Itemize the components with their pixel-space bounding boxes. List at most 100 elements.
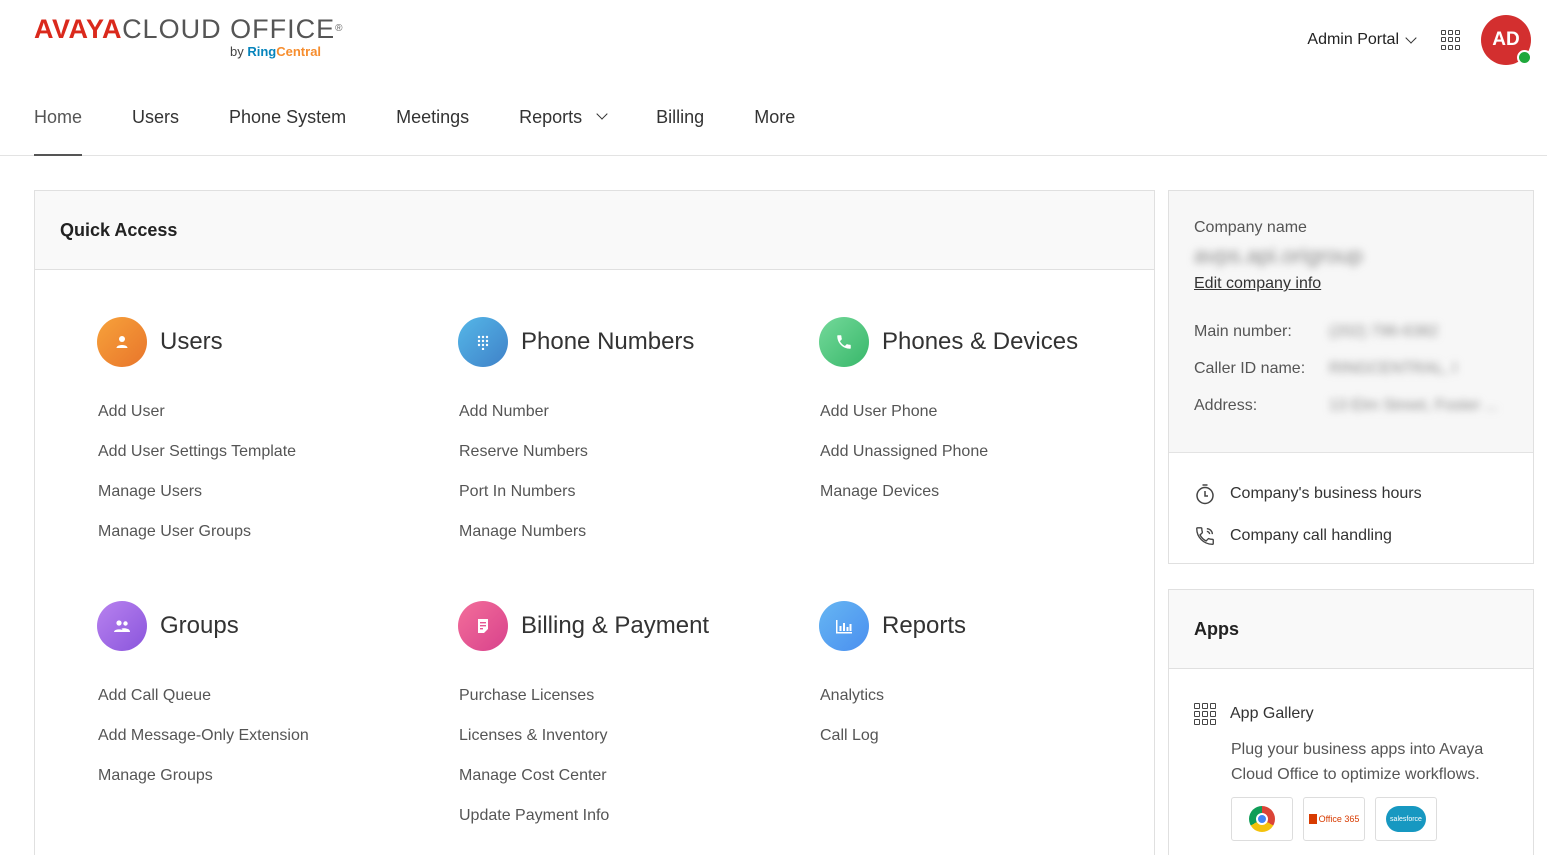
presence-status-dot <box>1517 50 1532 65</box>
salesforce-app-tile[interactable]: salesforce <box>1375 797 1437 841</box>
app-launcher-grid-icon[interactable] <box>1441 30 1461 50</box>
company-links: Company's business hours Company call ha… <box>1169 453 1533 557</box>
nav-tab-billing[interactable]: Billing <box>656 96 704 156</box>
section-header: Users <box>97 317 437 367</box>
bar-chart-icon <box>819 601 869 651</box>
link-port-in-numbers[interactable]: Port In Numbers <box>459 472 798 512</box>
user-avatar[interactable]: AD <box>1481 15 1532 65</box>
link-add-number[interactable]: Add Number <box>459 392 798 432</box>
section-title: Phones & Devices <box>882 328 1079 355</box>
chevron-down-icon <box>596 108 608 120</box>
link-purchase-licenses[interactable]: Purchase Licenses <box>459 676 798 716</box>
link-add-call-queue[interactable]: Add Call Queue <box>98 676 437 716</box>
section-header: Reports <box>819 601 1159 651</box>
admin-portal-dropdown[interactable]: Admin Portal <box>1307 31 1417 49</box>
company-address-row: Address: 13 Elm Street, Foster ... <box>1194 396 1498 414</box>
avatar-initials: AD <box>1492 29 1520 50</box>
link-add-user-settings-template[interactable]: Add User Settings Template <box>98 432 437 472</box>
link-analytics[interactable]: Analytics <box>820 676 1159 716</box>
apps-header: Apps <box>1169 590 1533 669</box>
section-title: Billing & Payment <box>521 612 710 639</box>
section-billing-payment: Billing & Payment Purchase Licenses Lice… <box>458 601 798 836</box>
link-manage-numbers[interactable]: Manage Numbers <box>459 512 798 552</box>
company-business-hours-link[interactable]: Company's business hours <box>1194 473 1508 515</box>
company-info-card: Company name avps.api.origroup Edit comp… <box>1168 190 1534 564</box>
app-header: AVAYACLOUD OFFICE® by RingCentral Admin … <box>0 0 1547 156</box>
logo-brand: AVAYA <box>34 14 123 44</box>
section-header: Phones & Devices <box>819 317 1159 367</box>
main-number-value: (202) 796-6382 <box>1329 322 1439 340</box>
link-manage-groups[interactable]: Manage Groups <box>98 756 437 796</box>
app-tiles: Office 365 salesforce <box>1231 797 1508 841</box>
header-actions: Admin Portal AD <box>1307 14 1532 66</box>
caller-id-value: RINGCENTRAL, I <box>1329 359 1458 377</box>
nav-tab-reports[interactable]: Reports <box>519 96 608 156</box>
main-nav: Home Users Phone System Meetings Reports… <box>34 96 845 156</box>
phone-outline-icon <box>1196 527 1214 545</box>
section-header: Phone Numbers <box>458 317 798 367</box>
apps-card: Apps App Gallery Plug your business apps… <box>1168 589 1534 855</box>
logo-ring: Ring <box>247 44 277 59</box>
invoice-icon <box>458 601 508 651</box>
chrome-icon <box>1249 806 1275 832</box>
app-gallery-link[interactable]: App Gallery <box>1194 703 1508 725</box>
link-add-user[interactable]: Add User <box>98 392 437 432</box>
logo-byline: by RingCentral <box>230 44 321 59</box>
quick-access-header: Quick Access <box>35 191 1154 270</box>
office365-icon: Office 365 <box>1308 814 1359 824</box>
link-add-user-phone[interactable]: Add User Phone <box>820 392 1159 432</box>
section-reports: Reports Analytics Call Log <box>819 601 1159 756</box>
nav-tab-meetings[interactable]: Meetings <box>396 96 469 156</box>
logo-product: CLOUD OFFICE <box>122 14 336 44</box>
link-update-payment-info[interactable]: Update Payment Info <box>459 796 798 836</box>
user-icon <box>97 317 147 367</box>
logo-registered-mark: ® <box>335 23 343 34</box>
stopwatch-icon <box>1196 484 1214 505</box>
link-call-log[interactable]: Call Log <box>820 716 1159 756</box>
section-header: Groups <box>97 601 437 651</box>
section-header: Billing & Payment <box>458 601 798 651</box>
section-users: Users Add User Add User Settings Templat… <box>97 317 437 552</box>
link-add-unassigned-phone[interactable]: Add Unassigned Phone <box>820 432 1159 472</box>
company-info-summary: Company name avps.api.origroup Edit comp… <box>1169 191 1533 453</box>
link-manage-users[interactable]: Manage Users <box>98 472 437 512</box>
section-title: Groups <box>160 612 239 639</box>
company-call-handling-link[interactable]: Company call handling <box>1194 515 1508 557</box>
section-phone-numbers: Phone Numbers Add Number Reserve Numbers… <box>458 317 798 552</box>
link-manage-user-groups[interactable]: Manage User Groups <box>98 512 437 552</box>
nav-tab-users[interactable]: Users <box>132 96 179 156</box>
app-gallery-grid-icon <box>1194 703 1216 725</box>
phone-icon <box>819 317 869 367</box>
quick-access-title: Quick Access <box>60 219 178 240</box>
company-name-label: Company name <box>1194 219 1307 236</box>
quick-access-card: Quick Access Users Add User Add User Set… <box>34 190 1155 855</box>
company-name-value: avps.api.origroup <box>1194 243 1363 268</box>
section-groups: Groups Add Call Queue Add Message-Only E… <box>97 601 437 796</box>
office365-app-tile[interactable]: Office 365 <box>1303 797 1365 841</box>
address-value: 13 Elm Street, Foster ... <box>1329 396 1498 414</box>
section-title: Users <box>160 328 223 355</box>
avaya-cloud-office-logo[interactable]: AVAYACLOUD OFFICE® by RingCentral <box>34 14 343 59</box>
nav-tab-home[interactable]: Home <box>34 96 83 156</box>
logo-central: Central <box>276 44 322 59</box>
edit-company-info-link[interactable]: Edit company info <box>1194 275 1321 293</box>
app-gallery-label: App Gallery <box>1230 705 1314 722</box>
app-gallery-description: Plug your business apps into Avaya Cloud… <box>1231 741 1484 783</box>
link-add-message-only-extension[interactable]: Add Message-Only Extension <box>98 716 437 756</box>
company-main-number-row: Main number: (202) 796-6382 <box>1194 322 1439 340</box>
company-caller-id-row: Caller ID name: RINGCENTRAL, I <box>1194 359 1458 377</box>
link-manage-devices[interactable]: Manage Devices <box>820 472 1159 512</box>
section-title: Reports <box>882 612 967 639</box>
link-licenses-inventory[interactable]: Licenses & Inventory <box>459 716 798 756</box>
salesforce-icon: salesforce <box>1386 806 1426 832</box>
link-manage-cost-center[interactable]: Manage Cost Center <box>459 756 798 796</box>
section-title: Phone Numbers <box>521 328 695 355</box>
section-phones-devices: Phones & Devices Add User Phone Add Unas… <box>819 317 1159 512</box>
nav-tab-phone-system[interactable]: Phone System <box>229 96 346 156</box>
chrome-app-tile[interactable] <box>1231 797 1293 841</box>
dialpad-icon <box>458 317 508 367</box>
group-icon <box>97 601 147 651</box>
link-reserve-numbers[interactable]: Reserve Numbers <box>459 432 798 472</box>
logo-by: by <box>230 44 244 59</box>
nav-tab-more[interactable]: More <box>754 96 795 156</box>
